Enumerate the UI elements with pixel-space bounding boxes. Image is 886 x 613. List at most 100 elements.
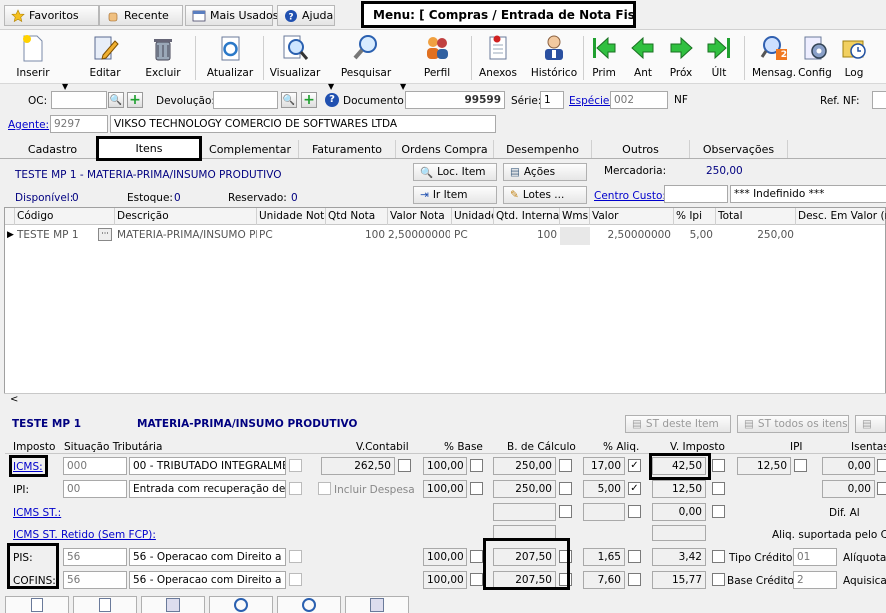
col-unidade[interactable]: Unidade xyxy=(452,208,494,225)
devolucao-search-button[interactable]: 🔍 xyxy=(281,92,297,108)
recente-button[interactable]: Recente xyxy=(99,5,183,26)
excluir-button[interactable]: Excluir xyxy=(134,32,192,82)
icms-st-aliq-checkbox[interactable] xyxy=(628,505,641,518)
cofins-cst-input[interactable]: 56 xyxy=(63,571,127,589)
footer-search-button-2[interactable] xyxy=(277,596,341,613)
log-button[interactable]: Log xyxy=(825,32,883,82)
ipi-isentas-checkbox[interactable] xyxy=(877,482,886,495)
icms-desc-checkbox[interactable] xyxy=(289,459,302,472)
especie-link[interactable]: Espécie: xyxy=(569,95,613,107)
ipi-cst-input[interactable]: 00 xyxy=(63,480,127,498)
col-codigo[interactable]: Código xyxy=(15,208,115,225)
ipi-bcalc-checkbox[interactable] xyxy=(559,482,572,495)
col-wms[interactable]: Wms xyxy=(560,208,590,225)
ref-nf-input[interactable] xyxy=(872,91,886,109)
footer-search-button[interactable] xyxy=(209,596,273,613)
icms-st-bcalc-checkbox[interactable] xyxy=(559,505,572,518)
base-credito-input[interactable]: 2 xyxy=(793,571,837,589)
tab-cadastro[interactable]: Cadastro xyxy=(6,140,100,158)
cofins-bcalc-checkbox[interactable] xyxy=(559,573,572,586)
icms-ipi-checkbox[interactable] xyxy=(794,459,807,472)
scroll-left-icon[interactable]: < xyxy=(10,394,18,405)
icms-vcontabil-checkbox[interactable] xyxy=(398,459,411,472)
mais-usados-button[interactable]: Mais Usados xyxy=(185,5,278,26)
icms-st-link[interactable]: ICMS ST.: xyxy=(13,507,61,519)
tab-itens[interactable]: Itens xyxy=(96,136,202,161)
tab-observacoes[interactable]: Observações xyxy=(690,140,788,158)
tab-outros[interactable]: Outros xyxy=(592,140,690,158)
pis-aliq-checkbox[interactable] xyxy=(628,550,641,563)
col-ipi[interactable]: % Ipi xyxy=(674,208,716,225)
tab-desempenho[interactable]: Desempenho xyxy=(494,140,592,158)
icms-pbase-checkbox[interactable] xyxy=(470,459,483,472)
ajuda-button[interactable]: ? Ajuda xyxy=(277,5,335,26)
ipi-vimposto-checkbox[interactable] xyxy=(712,482,725,495)
anexos-button[interactable]: Anexos xyxy=(469,32,527,82)
lotes-button[interactable]: ✎ Lotes ... xyxy=(503,186,587,204)
agente-code-input[interactable]: 9297 xyxy=(50,115,108,133)
devolucao-input[interactable] xyxy=(213,91,278,109)
col-qtd-nota[interactable]: Qtd Nota xyxy=(326,208,388,225)
tab-faturamento[interactable]: Faturamento xyxy=(299,140,396,158)
col-desc-valor[interactable]: Desc. Em Valor (nf xyxy=(796,208,886,225)
ult-button[interactable]: Últ xyxy=(690,32,748,82)
col-valor[interactable]: Valor xyxy=(590,208,674,225)
icms-vimposto-checkbox[interactable] xyxy=(712,459,725,472)
centro-custo-link[interactable]: Centro Custo: xyxy=(594,190,666,202)
col-descricao[interactable]: Descrição xyxy=(115,208,257,225)
atualizar-button[interactable]: Atualizar xyxy=(201,32,259,82)
cofins-pbase-checkbox[interactable] xyxy=(470,573,483,586)
incluir-despesa-checkbox[interactable] xyxy=(318,482,331,495)
icms-isentas-checkbox[interactable] xyxy=(877,459,886,472)
oc-search-button[interactable]: 🔍 xyxy=(108,92,124,108)
serie-input[interactable]: 1 xyxy=(540,91,564,109)
tab-ordens-compra[interactable]: Ordens Compra xyxy=(396,140,494,158)
icms-aliq-checkbox[interactable]: ✓ xyxy=(628,459,641,472)
pis-desc-checkbox[interactable] xyxy=(289,550,302,563)
col-total[interactable]: Total xyxy=(716,208,796,225)
col-qtd-interna[interactable]: Qtd. Interna xyxy=(494,208,560,225)
devolucao-add-button[interactable]: + xyxy=(301,92,317,108)
inserir-dropdown-icon[interactable]: ▼ xyxy=(62,82,68,91)
perfil-button[interactable]: Perfil xyxy=(408,32,466,82)
oc-add-button[interactable]: + xyxy=(127,92,143,108)
tab-complementar[interactable]: Complementar xyxy=(202,140,299,158)
icms-st-vimposto-checkbox[interactable] xyxy=(712,505,725,518)
cofins-aliq-checkbox[interactable] xyxy=(628,573,641,586)
ipi-aliq-checkbox[interactable]: ✓ xyxy=(628,482,641,495)
footer-report-button[interactable] xyxy=(141,596,205,613)
documento-input[interactable]: 99599 xyxy=(405,91,505,109)
ir-item-button[interactable]: ⇥ Ir Item xyxy=(413,186,497,204)
pesquisar-dropdown-icon[interactable]: ▼ xyxy=(400,82,406,91)
st-deste-item-button[interactable]: ▤ ST deste Item xyxy=(625,415,731,433)
footer-document-button-2[interactable] xyxy=(73,596,137,613)
help-icon[interactable]: ? xyxy=(325,93,339,107)
icms-st-retido-link[interactable]: ICMS ST. Retido (Sem FCP): xyxy=(13,529,156,541)
icms-link[interactable]: ICMS: xyxy=(13,461,43,473)
centro-custo-code-input[interactable] xyxy=(664,185,728,203)
col-unidade-nota[interactable]: Unidade Nota xyxy=(257,208,326,225)
tipo-credito-input[interactable]: 01 xyxy=(793,548,837,566)
pis-pbase-checkbox[interactable] xyxy=(470,550,483,563)
cofins-desc-checkbox[interactable] xyxy=(289,573,302,586)
visualizar-button[interactable]: Visualizar xyxy=(266,32,324,82)
col-valor-nota[interactable]: Valor Nota xyxy=(388,208,452,225)
loc-item-button[interactable]: 🔍 Loc. Item xyxy=(413,163,497,181)
footer-document-button[interactable] xyxy=(5,596,69,613)
pis-cst-input[interactable]: 56 xyxy=(63,548,127,566)
especie-code-input[interactable]: 002 xyxy=(610,91,668,109)
favoritos-button[interactable]: Favoritos xyxy=(4,5,99,26)
extra-st-button[interactable]: ▤ xyxy=(855,415,886,433)
acoes-button[interactable]: ▤ Ações xyxy=(503,163,587,181)
inserir-button[interactable]: Inserir xyxy=(4,32,62,82)
ipi-pbase-checkbox[interactable] xyxy=(470,482,483,495)
icms-cst-input[interactable]: 000 xyxy=(63,457,127,475)
oc-input[interactable] xyxy=(51,91,107,109)
footer-report-button-2[interactable] xyxy=(345,596,409,613)
editar-button[interactable]: Editar xyxy=(76,32,134,82)
horizontal-scrollbar[interactable]: < xyxy=(4,393,886,408)
pis-bcalc-checkbox[interactable] xyxy=(559,550,572,563)
icms-bcalc-checkbox[interactable] xyxy=(559,459,572,472)
agente-link[interactable]: Agente: xyxy=(8,119,49,131)
visualizar-dropdown-icon[interactable]: ▼ xyxy=(328,82,334,91)
